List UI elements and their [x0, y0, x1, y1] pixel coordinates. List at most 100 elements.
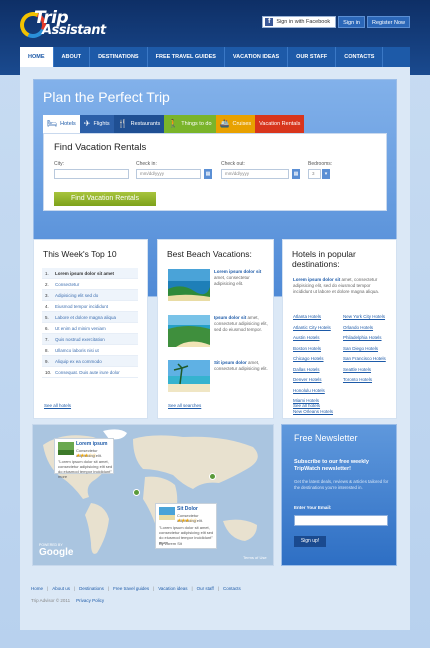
list-item[interactable]: 9. Aliquip ex ea commodo: [42, 356, 138, 367]
nav-free-travel-guides[interactable]: FREE TRAVEL GUIDES: [148, 47, 225, 67]
chevron-down-icon[interactable]: ▾: [322, 169, 330, 179]
hotel-thumbnail: [58, 442, 74, 455]
checkin-input[interactable]: mm/dd/yyyy: [136, 169, 201, 179]
city-link[interactable]: [343, 396, 393, 406]
map-hotel-card[interactable]: Lorem ipsum Consectetur adipisicing elit…: [54, 438, 114, 479]
nav-vacation-ideas[interactable]: VACATION IDEAS: [225, 47, 289, 67]
map-marker-icon[interactable]: [209, 473, 216, 480]
beach-card: Best Beach Vacations: Lorem ipsum dolor …: [157, 239, 274, 419]
checkin-calendar-icon[interactable]: ▦: [204, 169, 212, 179]
footer-copyright: Trip Advisor © 2011 Privacy Policy: [31, 598, 104, 603]
beach-photo: [168, 269, 210, 301]
hotel-thumbnail: [159, 507, 175, 520]
map-terms-link[interactable]: Terms of Use: [243, 555, 267, 560]
map-marker-icon[interactable]: [133, 489, 140, 496]
hero-title: Plan the Perfect Trip: [43, 89, 170, 105]
find-vacation-rentals-button[interactable]: Find Vacation Rentals: [54, 192, 156, 206]
beach-item-text: Sit ipsum dolor amet, consectetur adipis…: [214, 360, 268, 371]
beach-item[interactable]: Lorem ipsum dolor sit amet, consectetur …: [168, 269, 268, 315]
city-label: City:: [54, 161, 64, 167]
site-logo[interactable]: Trip Assistant: [16, 8, 120, 42]
list-item[interactable]: 4. Eiusmod tempor incididunt: [42, 301, 138, 312]
city-link[interactable]: Chicago Hotels: [293, 354, 343, 364]
facebook-signin-button[interactable]: f Sign in with Facebook: [262, 16, 337, 28]
footer-link-home[interactable]: Home: [31, 586, 43, 591]
checkout-calendar-icon[interactable]: ▦: [292, 169, 300, 179]
nav-destinations[interactable]: DESTINATIONS: [90, 47, 148, 67]
list-item[interactable]: 3. Adipisicing elit sed do: [42, 290, 138, 301]
beach-item[interactable]: Ipsum dolor sit amet, consectetur adipis…: [168, 315, 268, 361]
signin-button[interactable]: Sign in: [338, 16, 365, 28]
map-card-title: Lorem ipsum: [76, 441, 108, 447]
city-link[interactable]: Toronto Hotels: [343, 375, 393, 385]
search-title: Find Vacation Rentals: [54, 142, 147, 153]
list-item[interactable]: 1. Lorem ipsum dolor sit amet: [42, 268, 138, 279]
beach-item[interactable]: Sit ipsum dolor amet, consectetur adipis…: [168, 360, 268, 406]
tab-hotels-label: Hotels: [60, 121, 76, 127]
footer-link-staff[interactable]: Our staff: [197, 586, 214, 591]
footer-link-guides[interactable]: Free travel guides: [113, 586, 149, 591]
tab-things-to-do-label: Things to do: [181, 121, 212, 127]
city-link[interactable]: Boston Hotels: [293, 344, 343, 354]
city-link[interactable]: Austin Hotels: [293, 333, 343, 343]
tab-restaurants[interactable]: 🍴 Restaurants: [113, 115, 165, 133]
google-logo[interactable]: Google: [39, 547, 73, 558]
nav-home[interactable]: HOME: [20, 47, 54, 67]
city-link[interactable]: Denver Hotels: [293, 375, 343, 385]
email-field[interactable]: [294, 515, 388, 526]
tab-cruises[interactable]: 🚢 Cruises: [215, 115, 256, 133]
see-all-searches-link[interactable]: See all searches: [168, 403, 201, 408]
world-map[interactable]: Lorem ipsum Consectetur adipisicing elit…: [32, 424, 274, 566]
list-item[interactable]: 7. Quis nostrud exercitation: [42, 334, 138, 345]
rating-stars-icon: ★★★☆☆: [177, 518, 197, 524]
search-form: Find Vacation Rentals City: Check in: mm…: [43, 133, 387, 211]
see-all-hotels-link[interactable]: See all hotels: [44, 403, 71, 408]
list-item[interactable]: 5. Labore et dolore magna aliqua: [42, 312, 138, 323]
city-link[interactable]: San Francisco Hotels: [343, 354, 393, 364]
city-link[interactable]: [343, 407, 393, 417]
list-item[interactable]: 6. Ut enim ad minim veniam: [42, 323, 138, 334]
nav-contacts[interactable]: CONTACTS: [336, 47, 384, 67]
top10-card: This Week's Top 10 1. Lorem ipsum dolor s…: [33, 239, 148, 419]
city-link[interactable]: Atlanta Hotels: [293, 312, 343, 322]
list-item[interactable]: 10. Consequat. Duis aute irure dolor: [42, 367, 138, 378]
signup-button[interactable]: Sign up!: [294, 536, 326, 547]
register-button[interactable]: Register Now: [366, 16, 410, 28]
city-link[interactable]: Seattle Hotels: [343, 365, 393, 375]
email-label: Enter Your Email:: [294, 505, 332, 510]
city-link[interactable]: San Diego Hotels: [343, 344, 393, 354]
footer-link-contacts[interactable]: Contacts: [223, 586, 241, 591]
nav-our-staff[interactable]: OUR STAFF: [288, 47, 337, 67]
map-hotel-card[interactable]: Sit Dolor Consectetur adipisicing elit. …: [155, 503, 217, 549]
footer-link-about[interactable]: About us: [52, 586, 70, 591]
bed-icon: 🛏: [47, 119, 58, 128]
privacy-policy-link[interactable]: Privacy Policy: [76, 598, 104, 603]
tab-things-to-do[interactable]: 🚶 Things to do: [164, 115, 216, 133]
tab-cruises-label: Cruises: [232, 121, 252, 127]
list-item[interactable]: 8. Ullamco laboris nisi ut: [42, 345, 138, 356]
nav-about[interactable]: ABOUT: [54, 47, 91, 67]
city-input[interactable]: [54, 169, 129, 179]
main-nav: HOME ABOUT DESTINATIONS FREE TRAVEL GUID…: [20, 47, 410, 67]
tab-vacation-rentals[interactable]: Vacation Rentals: [255, 115, 305, 133]
city-link[interactable]: Atlantic City Hotels: [293, 323, 343, 333]
city-link[interactable]: Orlando Hotels: [343, 323, 393, 333]
footer-link-destinations[interactable]: Destinations: [79, 586, 104, 591]
fork-knife-icon: 🍴: [117, 119, 128, 128]
checkout-input[interactable]: mm/dd/yyyy: [221, 169, 289, 179]
city-link[interactable]: Dallas Hotels: [293, 365, 343, 375]
top10-title: This Week's Top 10: [43, 249, 117, 259]
search-tabs: 🛏 Hotels ✈ Flights 🍴 Restaurants 🚶 Thing…: [43, 115, 305, 133]
beach-photo: [168, 360, 210, 392]
city-link[interactable]: New York City Hotels: [343, 312, 393, 322]
city-link[interactable]: Philadelphia Hotels: [343, 333, 393, 343]
bedrooms-select[interactable]: 3: [308, 169, 321, 179]
see-all-hotels-link-2[interactable]: See all hotels: [293, 403, 320, 408]
tab-hotels[interactable]: 🛏 Hotels: [43, 115, 80, 133]
facebook-signin-label: Sign in with Facebook: [276, 19, 331, 25]
city-link[interactable]: Honolulu Hotels: [293, 386, 343, 396]
city-link[interactable]: [343, 386, 393, 396]
footer-link-ideas[interactable]: Vacation ideas: [158, 586, 187, 591]
list-item[interactable]: 2. Consectetur: [42, 279, 138, 290]
tab-flights[interactable]: ✈ Flights: [79, 115, 114, 133]
